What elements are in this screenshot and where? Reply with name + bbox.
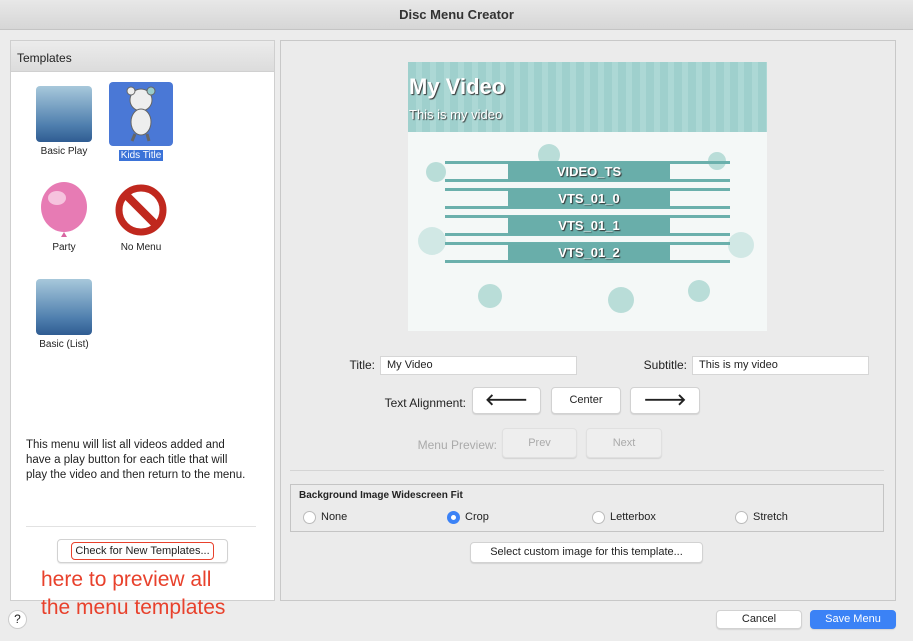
annotation-line: here to preview all <box>41 568 212 591</box>
no-symbol-icon <box>113 182 169 238</box>
template-party[interactable]: Party <box>29 182 99 253</box>
templates-header: Templates <box>11 41 274 72</box>
template-label: Basic (List) <box>39 339 89 350</box>
annotation-line: the menu templates <box>41 596 226 619</box>
next-button[interactable]: Next <box>586 428 662 458</box>
radio-label: Crop <box>465 511 489 523</box>
template-kids-title[interactable]: Kids Title <box>106 82 176 161</box>
template-no-menu[interactable]: No Menu <box>106 182 176 253</box>
template-description: This menu will list all videos added and… <box>26 439 246 481</box>
arrow-left-icon: 🡐 <box>485 392 528 409</box>
preview-menu-item: VTS_01_0 <box>445 188 730 209</box>
align-center-button[interactable]: Center <box>551 387 621 414</box>
template-label: No Menu <box>120 242 162 253</box>
widescreen-fit-group: Background Image Widescreen Fit None Cro… <box>290 484 884 532</box>
subtitle-input[interactable]: This is my video <box>692 356 869 375</box>
widescreen-fit-legend: Background Image Widescreen Fit <box>299 490 463 501</box>
check-new-templates-button[interactable]: Check for New Templates... <box>57 539 228 563</box>
menu-preview-label: Menu Preview: <box>417 438 497 452</box>
gradient-icon <box>36 86 92 142</box>
divider <box>290 470 884 471</box>
template-basic-play[interactable]: Basic Play <box>29 86 99 157</box>
teddy-bear-icon <box>109 82 173 146</box>
radio-label: Stretch <box>753 511 788 523</box>
prev-button[interactable]: Prev <box>502 428 577 458</box>
radio-stretch[interactable] <box>735 511 748 524</box>
preview-menu-item: VIDEO_TS <box>445 161 730 182</box>
help-button[interactable]: ? <box>8 610 27 629</box>
divider <box>26 526 256 527</box>
template-label: Kids Title <box>118 150 164 161</box>
arrow-right-icon: 🡒 <box>643 392 687 409</box>
radio-crop[interactable] <box>447 511 460 524</box>
save-menu-button[interactable]: Save Menu <box>810 610 896 629</box>
radio-label: None <box>321 511 348 523</box>
template-label: Party <box>52 242 76 253</box>
template-label: Basic Play <box>40 146 88 157</box>
menu-preview: My Video This is my video VIDEO_TS VTS_0… <box>408 62 767 331</box>
radio-none[interactable] <box>303 511 316 524</box>
templates-panel: Templates Basic Play Kids Title Party No… <box>10 40 275 619</box>
cancel-button[interactable]: Cancel <box>716 610 802 629</box>
preview-subtitle: This is my video <box>409 107 503 122</box>
preview-title: My Video <box>409 74 506 99</box>
window-title: Disc Menu Creator <box>0 0 913 30</box>
check-button-label: Check for New Templates... <box>71 542 214 560</box>
balloon-icon <box>36 182 92 238</box>
title-label: Title: <box>349 358 375 372</box>
radio-letterbox[interactable] <box>592 511 605 524</box>
title-input[interactable]: My Video <box>380 356 577 375</box>
radio-label: Letterbox <box>610 511 656 523</box>
align-right-button[interactable]: 🡒 <box>630 387 700 414</box>
align-left-button[interactable]: 🡐 <box>472 387 541 414</box>
annotation-text: here to preview all the menu templates <box>41 566 225 622</box>
preview-menu-item: VTS_01_1 <box>445 215 730 236</box>
template-basic-list[interactable]: Basic (List) <box>29 279 99 350</box>
subtitle-label: Subtitle: <box>643 358 687 372</box>
preview-menu-item: VTS_01_2 <box>445 242 730 263</box>
text-alignment-label: Text Alignment: <box>384 396 466 410</box>
gradient-icon <box>36 279 92 335</box>
select-custom-image-button[interactable]: Select custom image for this template... <box>470 542 703 563</box>
